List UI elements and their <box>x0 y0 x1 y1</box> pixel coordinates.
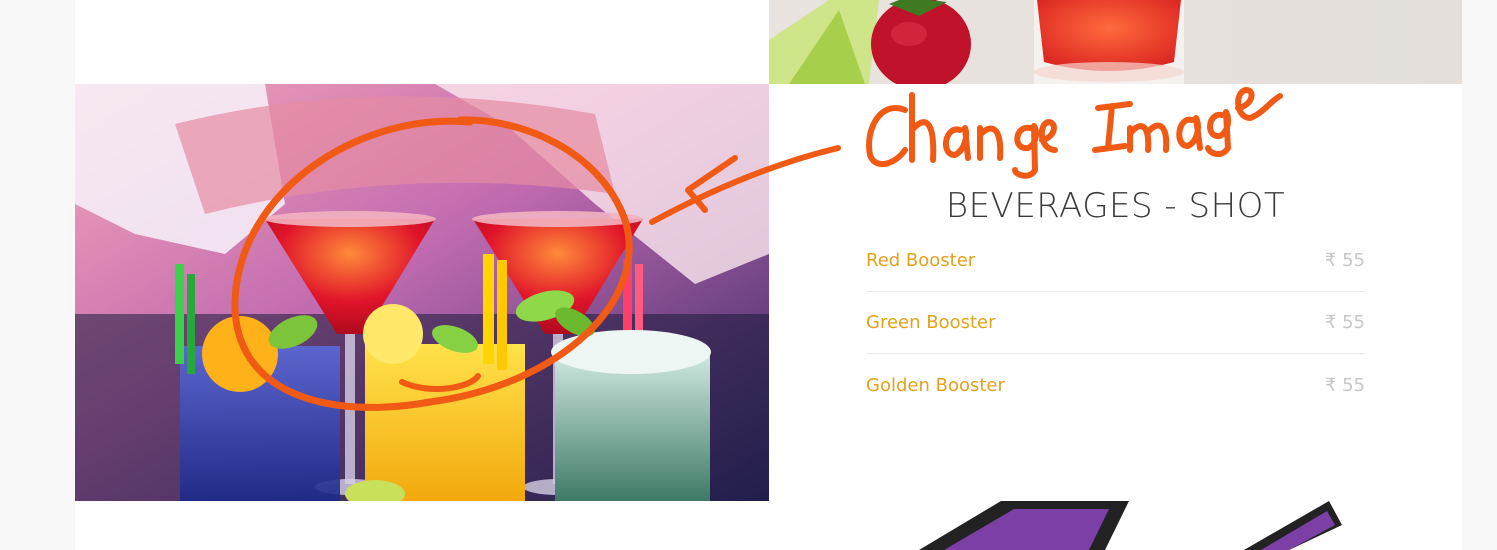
menu-item-price: ₹ 55 <box>1324 374 1365 396</box>
beverages-photo <box>75 84 769 501</box>
menu-item-name: Green Booster <box>866 312 996 333</box>
menu-item-name: Red Booster <box>866 250 976 271</box>
decorative-graphic <box>769 501 1462 550</box>
menu-item-name: Golden Booster <box>866 374 1005 396</box>
menu-item-price: ₹ 55 <box>1324 312 1365 333</box>
menu-item-price: ₹ 55 <box>1324 250 1365 271</box>
menu-item: Golden Booster ₹ 55 <box>866 354 1365 416</box>
top-drink-photo <box>769 0 1462 84</box>
menu-title: BEVERAGES - SHOT <box>945 186 1286 226</box>
menu-item: Green Booster ₹ 55 <box>866 292 1365 354</box>
menu-list: Red Booster ₹ 55 Green Booster ₹ 55 Gold… <box>866 230 1365 416</box>
menu-item: Red Booster ₹ 55 <box>866 230 1365 292</box>
